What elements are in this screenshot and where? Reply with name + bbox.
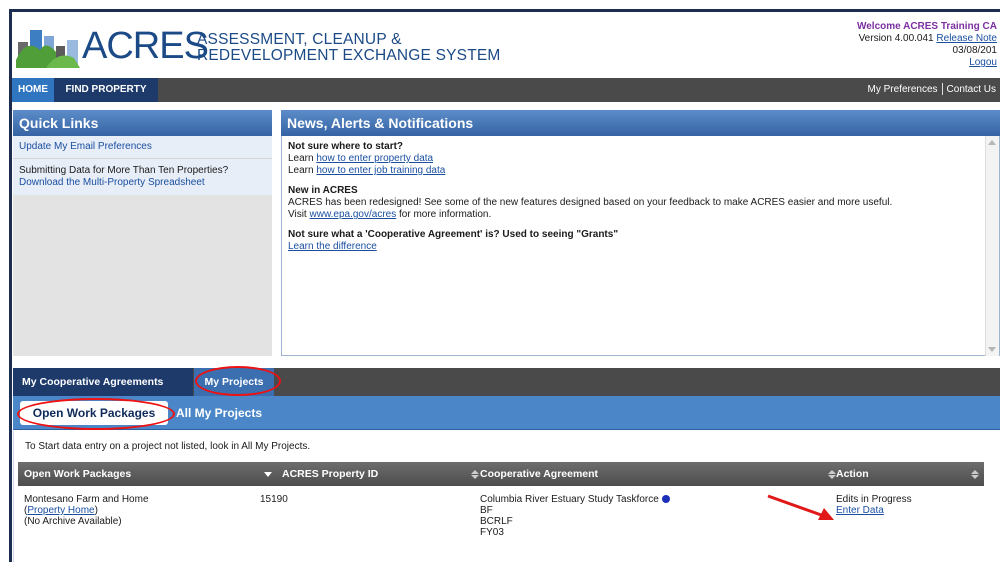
scroll-up-icon[interactable] [988,140,996,145]
sort-icon[interactable] [828,470,836,479]
highlight-ring-my-projects [195,366,281,396]
sort-descending-icon[interactable] [264,472,272,477]
scroll-down-icon[interactable] [988,347,996,352]
property-name: Montesano Farm and Home [24,494,149,505]
property-data-link[interactable]: how to enter property data [316,153,433,164]
tab-home[interactable]: HOME [12,78,54,102]
contact-us-link[interactable]: Contact Us [947,84,996,95]
release-notes-link[interactable]: Release Note [936,33,997,44]
visit-tail-text: for more information. [399,209,492,220]
news-scrollbar[interactable] [985,136,999,356]
quick-link-email-preferences[interactable]: Update My Email Preferences [13,136,272,159]
news-heading-new: New in ACRES [288,185,358,196]
red-arrow-icon [767,494,834,520]
quick-links-title: Quick Links [13,110,272,136]
news-panel: News, Alerts & Notifications Not sure wh… [281,110,1000,356]
date-text: 03/08/201 [952,45,998,56]
cell-action: Edits in Progress Enter Data [836,494,912,516]
quick-links-panel: Quick Links Update My Email Preferences … [13,110,272,356]
agreement-line-2: BF [480,505,493,516]
quick-link-email-label[interactable]: Update My Email Preferences [19,141,152,152]
logout-link[interactable]: Logou [969,57,997,68]
welcome-text: Welcome ACRES Training CA [856,21,997,32]
learn-difference-link[interactable]: Learn the difference [288,241,377,252]
table-header: Open Work Packages ACRES Property ID Coo… [18,462,984,486]
tab-all-my-projects[interactable]: All My Projects [176,401,262,425]
acres-logo-icon [16,30,80,68]
cell-work-package: Montesano Farm and Home (Property Home) … [24,494,149,527]
brand-subtitle-line2: REDEVELOPMENT EXCHANGE SYSTEM [197,47,501,64]
work-packages-content: To Start data entry on a project not lis… [13,431,1000,562]
header: ACRES ASSESSMENT, CLEANUP & REDEVELOPMEN… [12,12,1000,78]
news-body: Not sure where to start? Learn how to en… [282,136,999,258]
epa-acres-link[interactable]: www.epa.gov/acres [310,209,397,220]
cell-cooperative-agreement: Columbia River Estuary Study Taskforce B… [480,494,670,538]
news-title: News, Alerts & Notifications [281,110,1000,136]
tab-my-cooperative-agreements[interactable]: My Cooperative Agreements [13,368,193,396]
job-training-link[interactable]: how to enter job training data [316,165,445,176]
column-acres-property-id[interactable]: ACRES Property ID [282,462,378,486]
sort-icon[interactable] [471,470,479,479]
column-action[interactable]: Action [836,462,869,486]
visit-text: Visit [288,209,307,220]
highlight-ring-open-work-packages [17,398,175,430]
sort-icon[interactable] [971,470,979,479]
action-status: Edits in Progress [836,494,912,505]
news-heading-start: Not sure where to start? [288,141,404,152]
learn-text: Learn [288,165,314,176]
enter-data-link[interactable]: Enter Data [836,505,884,516]
agreements-tabs: My Cooperative Agreements My Projects [13,368,1000,396]
hint-text: To Start data entry on a project not lis… [25,441,311,452]
download-spreadsheet-link[interactable]: Download the Multi-Property Spreadsheet [19,177,266,189]
property-home-link[interactable]: Property Home [27,505,94,516]
agreement-line-3: BCRLF [480,516,513,527]
my-preferences-link[interactable]: My Preferences [868,84,938,95]
brand-subtitle-line1: ASSESSMENT, CLEANUP & [197,31,402,48]
main-nav: HOME FIND PROPERTY My Preferences Contact… [12,78,1000,102]
cell-property-id: 15190 [260,494,288,505]
agreement-line-4: FY03 [480,527,504,538]
nav-divider [941,83,943,96]
tab-find-property[interactable]: FIND PROPERTY [54,78,158,102]
agreement-name: Columbia River Estuary Study Taskforce [480,494,659,505]
no-archive-text: (No Archive Available) [24,516,122,527]
column-cooperative-agreement[interactable]: Cooperative Agreement [480,462,598,486]
news-redesign-text: ACRES has been redesigned! See some of t… [288,197,893,208]
quick-link-multi-property-text: Submitting Data for More Than Ten Proper… [19,165,229,176]
version-text: Version 4.00.041 [858,33,934,44]
brand-subtitle: ASSESSMENT, CLEANUP & REDEVELOPMENT EXCH… [197,32,501,64]
column-open-work-packages[interactable]: Open Work Packages [24,462,131,486]
nav-utilities: My Preferences Contact Us [868,78,996,102]
quick-link-multi-property: Submitting Data for More Than Ten Proper… [13,159,272,195]
brand-name: ACRES [82,25,209,67]
welcome-block: Welcome ACRES Training CA Version 4.00.0… [857,21,997,69]
news-heading-coop: Not sure what a 'Cooperative Agreement' … [288,229,619,240]
status-dot-icon [661,495,670,503]
learn-text: Learn [288,153,314,164]
